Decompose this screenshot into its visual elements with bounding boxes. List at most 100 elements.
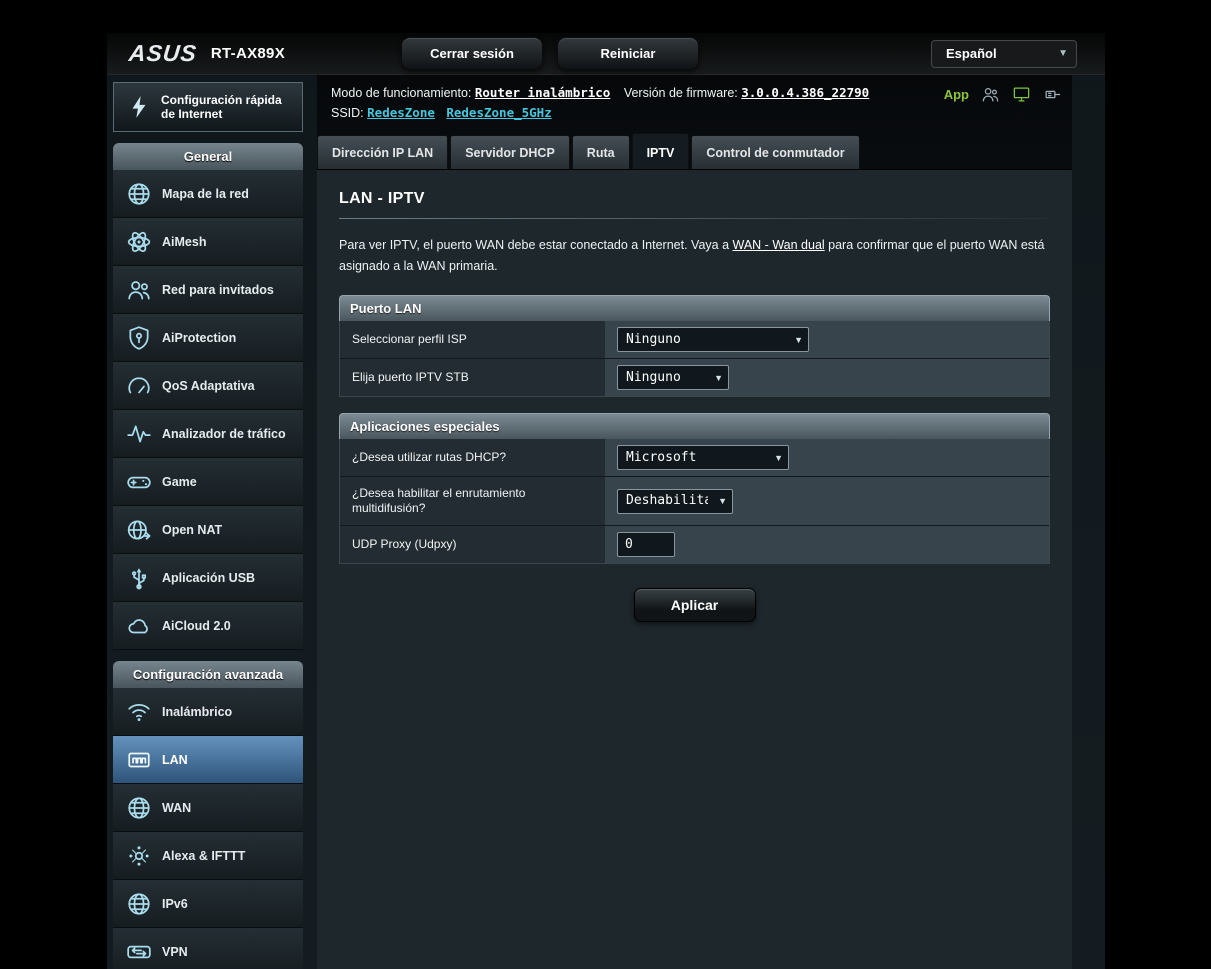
gamepad-icon [126, 469, 152, 495]
ssid-label: SSID: [331, 106, 364, 120]
globe-icon [126, 795, 152, 821]
logout-button[interactable]: Cerrar sesión [401, 37, 543, 70]
sidebar-section-configuracion-avanzada: Configuración avanzada [113, 661, 303, 688]
page-description: Para ver IPTV, el puerto WAN debe estar … [339, 238, 1045, 273]
usb-icon [126, 565, 152, 591]
nat-globe-icon [126, 517, 152, 543]
page-title: LAN - IPTV [339, 190, 425, 207]
sidebar: Configuración rápida de Internet General… [113, 75, 303, 969]
globe-icon [126, 181, 152, 207]
sidebar-item-vpn[interactable]: VPN [113, 928, 303, 969]
sidebar-item-alexa-ifttt[interactable]: Alexa & IFTTT [113, 832, 303, 880]
firmware-label: Versión de firmware: [623, 86, 738, 100]
section-header-puerto-lan: Puerto LAN [339, 295, 1050, 321]
isp-profile-select[interactable]: Ninguno [617, 327, 809, 352]
tab-control-de-conmutador[interactable]: Control de conmutador [691, 135, 860, 169]
sidebar-item-wan[interactable]: WAN [113, 784, 303, 832]
firmware-value-link[interactable]: 3.0.0.4.386_22790 [741, 85, 869, 100]
status-icons: App [944, 85, 1062, 104]
lan-ports-icon [126, 747, 152, 773]
table-row: ¿Desea utilizar rutas DHCP? Microsoft ▼ [340, 439, 1049, 477]
sidebar-item-open-nat[interactable]: Open NAT [113, 506, 303, 554]
stb-port-select[interactable]: Ninguno [617, 365, 729, 390]
row-label: Seleccionar perfil ISP [340, 321, 605, 358]
main-column: Modo de funcionamiento: Router inalámbri… [317, 75, 1072, 969]
cloud-icon [126, 613, 152, 639]
language-label: Español [946, 46, 997, 61]
monitor-icon[interactable] [1012, 85, 1031, 104]
multicast-routing-select[interactable]: Deshabilitar [617, 488, 733, 514]
sidebar-item-mapa-de-la-red[interactable]: Mapa de la red [113, 170, 303, 218]
language-selector[interactable]: Español ▼ [931, 39, 1077, 68]
table-row: Elija puerto IPTV STB Ninguno ▼ [340, 359, 1049, 396]
users-icon[interactable] [981, 85, 1000, 104]
sidebar-item-game[interactable]: Game [113, 458, 303, 506]
ssid-24ghz-link[interactable]: RedesZone [367, 105, 435, 120]
apply-row: Aplicar [339, 588, 1050, 622]
row-value: Microsoft ▼ [605, 439, 1049, 476]
guests-icon [126, 277, 152, 303]
tab-bar: Dirección IP LAN Servidor DHCP Ruta IPTV… [317, 133, 1072, 169]
row-value: Ninguno ▼ [605, 321, 1049, 358]
reboot-button[interactable]: Reiniciar [557, 37, 699, 70]
sidebar-item-lan[interactable]: LAN [113, 736, 303, 784]
vpn-arrows-icon [126, 939, 152, 965]
tab-iptv[interactable]: IPTV [631, 133, 690, 169]
sidebar-item-aimesh[interactable]: AiMesh [113, 218, 303, 266]
sidebar-item-aplicacion-usb[interactable]: Aplicación USB [113, 554, 303, 602]
apply-button[interactable]: Aplicar [633, 588, 756, 622]
row-label: ¿Desea habilitar el enrutamiento multidi… [340, 477, 605, 525]
section-header-aplicaciones-especiales: Aplicaciones especiales [339, 413, 1050, 439]
sidebar-section-general: General [113, 143, 303, 170]
status-bar: Modo de funcionamiento: Router inalámbri… [317, 75, 1072, 127]
traffic-pulse-icon [126, 421, 152, 447]
stb-port-select-wrap: Ninguno ▼ [617, 365, 729, 390]
mesh-icon [126, 229, 152, 255]
title-divider [339, 218, 1050, 219]
aplicaciones-especiales-table: ¿Desea utilizar rutas DHCP? Microsoft ▼ … [339, 439, 1050, 564]
sidebar-item-qos-adaptativa[interactable]: QoS Adaptativa [113, 362, 303, 410]
dhcp-routes-select[interactable]: Microsoft [617, 445, 789, 470]
tab-servidor-dhcp[interactable]: Servidor DHCP [450, 135, 570, 169]
sidebar-item-red-para-invitados[interactable]: Red para invitados [113, 266, 303, 314]
row-value [605, 526, 1049, 563]
row-value: Deshabilitar ▼ [605, 477, 1049, 525]
puerto-lan-table: Seleccionar perfil ISP Ninguno ▼ Elija p… [339, 321, 1050, 397]
udp-proxy-input[interactable] [617, 532, 675, 557]
quick-internet-setup-button[interactable]: Configuración rápida de Internet [113, 82, 303, 132]
isp-profile-select-wrap: Ninguno ▼ [617, 327, 809, 352]
router-model: RT-AX89X [210, 45, 285, 62]
alexa-dots-icon [126, 843, 152, 869]
ipv6-globe-icon [126, 891, 152, 917]
sidebar-item-analizador-de-trafico[interactable]: Analizador de tráfico [113, 410, 303, 458]
sidebar-item-ipv6[interactable]: IPv6 [113, 880, 303, 928]
sidebar-item-inalambrico[interactable]: Inalámbrico [113, 688, 303, 736]
app-link[interactable]: App [944, 87, 969, 102]
table-row: Seleccionar perfil ISP Ninguno ▼ [340, 321, 1049, 359]
wifi-icon [126, 699, 152, 725]
wan-dual-link[interactable]: WAN - Wan dual [733, 238, 825, 252]
tab-direccion-ip-lan[interactable]: Dirección IP LAN [317, 135, 449, 169]
quick-setup-icon [126, 94, 152, 120]
table-row: UDP Proxy (Udpxy) [340, 526, 1049, 563]
mode-value-link[interactable]: Router inalámbrico [475, 85, 610, 100]
mode-label: Modo de funcionamiento: [331, 86, 472, 100]
ssid-5ghz-link[interactable]: RedesZone_5GHz [446, 105, 551, 120]
row-label: UDP Proxy (Udpxy) [340, 526, 605, 563]
dhcp-routes-select-wrap: Microsoft ▼ [617, 445, 789, 470]
row-label: Elija puerto IPTV STB [340, 359, 605, 396]
shield-icon [126, 325, 152, 351]
quick-setup-label: Configuración rápida de Internet [161, 93, 282, 121]
sidebar-item-aicloud[interactable]: AiCloud 2.0 [113, 602, 303, 650]
multicast-routing-select-wrap: Deshabilitar ▼ [617, 488, 733, 514]
app-header: ASUS RT-AX89X Cerrar sesión Reiniciar Es… [107, 33, 1105, 75]
row-value: Ninguno ▼ [605, 359, 1049, 396]
router-admin-window: ASUS RT-AX89X Cerrar sesión Reiniciar Es… [107, 33, 1105, 969]
usb-plug-icon[interactable] [1043, 85, 1062, 104]
chevron-down-icon: ▼ [1058, 48, 1068, 59]
asus-logo: ASUS [127, 40, 199, 66]
gauge-icon [126, 373, 152, 399]
sidebar-item-aiprotection[interactable]: AiProtection [113, 314, 303, 362]
tab-ruta[interactable]: Ruta [571, 135, 630, 169]
table-row: ¿Desea habilitar el enrutamiento multidi… [340, 477, 1049, 526]
